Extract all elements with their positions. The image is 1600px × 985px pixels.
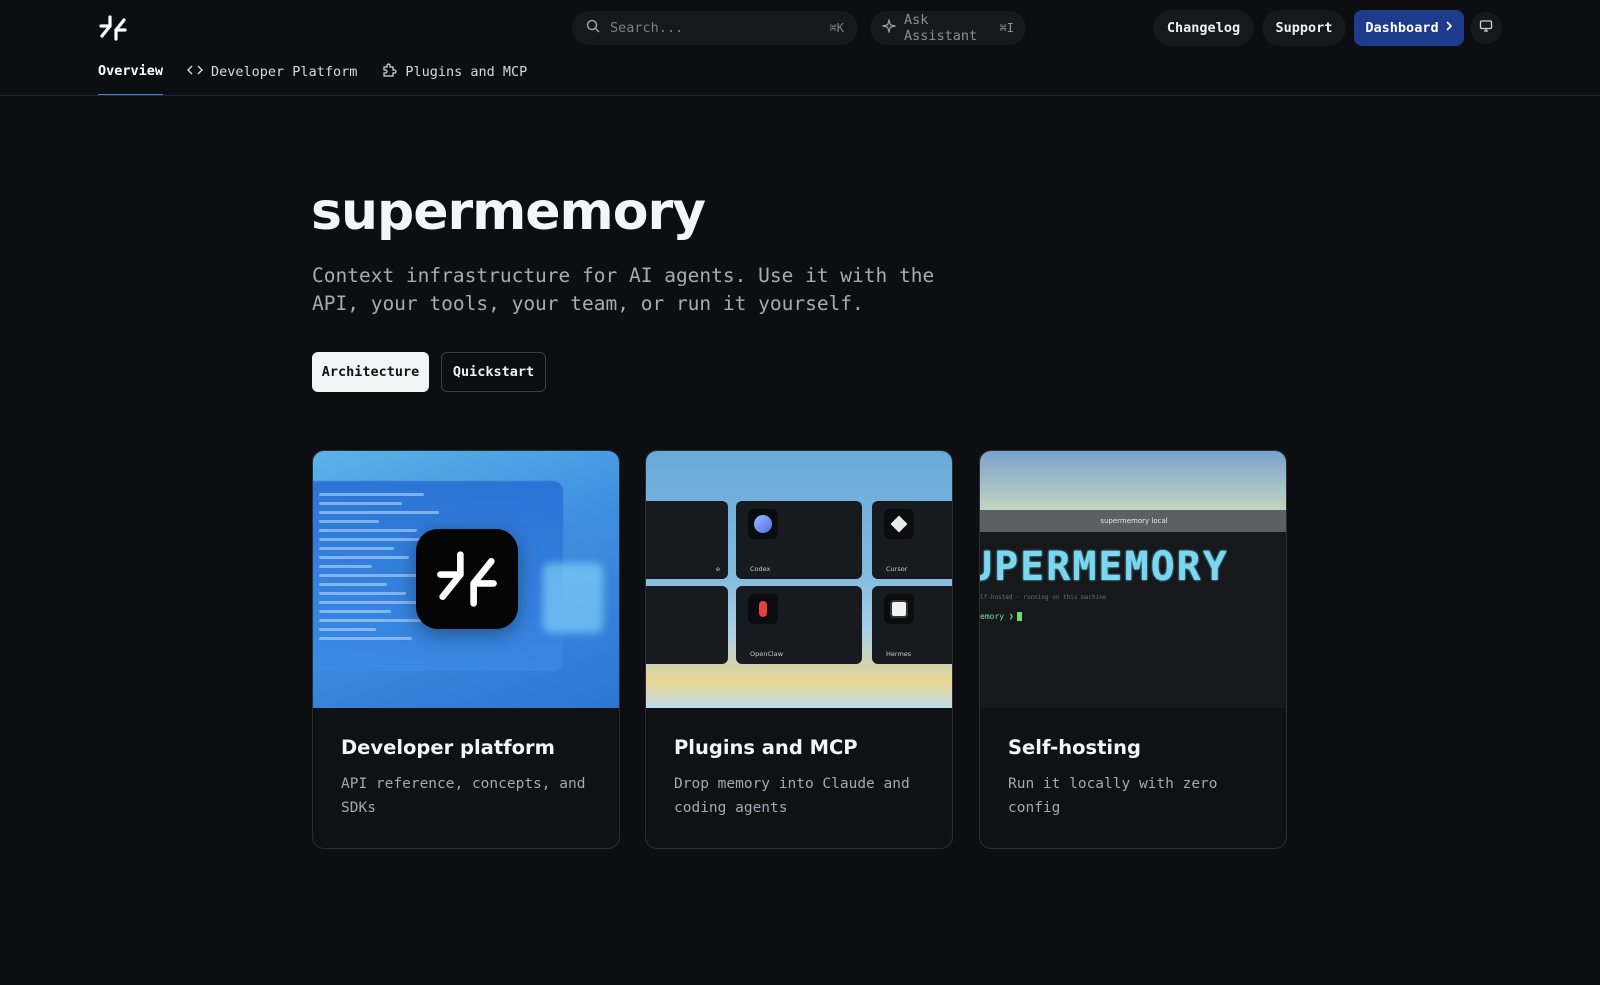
dashboard-button[interactable]: Dashboard <box>1354 10 1464 46</box>
search-shortcut: ⌘K <box>829 21 844 35</box>
card-title: Developer platform <box>341 736 555 759</box>
quickstart-button[interactable]: Quickstart <box>441 352 546 392</box>
codex-icon <box>748 509 778 539</box>
lobster-icon <box>748 594 778 624</box>
search-icon <box>586 19 600 37</box>
card-self-hosting[interactable]: supermemory local UPERMEMORY lf-hosted ·… <box>979 450 1287 849</box>
support-button[interactable]: Support <box>1262 10 1346 46</box>
tab-developer-platform[interactable]: Developer Platform <box>187 60 357 96</box>
self-hosting-image: supermemory local UPERMEMORY lf-hosted ·… <box>980 451 1286 708</box>
plugin-tile-cursor: Cursor <box>872 501 952 579</box>
plugin-tile-openclaw: OpenClaw <box>736 586 862 664</box>
theme-toggle-button[interactable] <box>1470 12 1502 44</box>
card-title: Self-hosting <box>1008 736 1141 759</box>
hermes-icon <box>884 594 914 624</box>
code-icon <box>187 64 204 80</box>
card-description: Drop memory into Claude and coding agent… <box>674 776 910 816</box>
card-developer-platform[interactable]: Developer platform API reference, concep… <box>312 450 620 849</box>
card-plugins-and-mcp[interactable]: e Codex Cursor OpenClaw Hermes Plugins a… <box>645 450 953 849</box>
plugin-tile-hermes: Hermes <box>872 586 952 664</box>
tab-overview-label: Overview <box>98 63 164 79</box>
card-title: Plugins and MCP <box>674 736 858 759</box>
changelog-button[interactable]: Changelog <box>1153 10 1254 46</box>
terminal-title: supermemory local <box>980 510 1286 532</box>
monitor-icon <box>1479 19 1493 37</box>
tab-plugins-and-mcp[interactable]: Plugins and MCP <box>381 60 527 96</box>
tabs-divider <box>0 95 1600 96</box>
card-description: Run it locally with zero config <box>1008 776 1218 816</box>
terminal-cursor <box>1016 612 1022 621</box>
supermemory-logo-icon[interactable] <box>98 14 128 42</box>
tab-overview[interactable]: Overview <box>98 60 164 96</box>
search-placeholder: Search... <box>610 20 684 36</box>
dashboard-label: Dashboard <box>1365 20 1439 36</box>
terminal-window: UPERMEMORY lf-hosted · running on this m… <box>980 532 1286 708</box>
tab-plugins-and-mcp-label: Plugins and MCP <box>405 64 528 80</box>
search-bar[interactable]: Search... ⌘K <box>572 11 858 45</box>
nav-tabs: Overview Developer Platform Plugins and … <box>98 60 527 96</box>
plugin-tile: e <box>646 501 728 579</box>
card-description: API reference, concepts, and SDKs <box>341 776 586 816</box>
sparkle-icon <box>880 17 898 37</box>
terminal-status: lf-hosted · running on this machine <box>980 594 1107 601</box>
ask-assistant-button[interactable]: Ask Assistant ⌘I <box>870 11 1026 45</box>
chevron-right-icon <box>1445 20 1453 36</box>
page-title: supermemory <box>311 182 706 242</box>
puzzle-icon <box>381 62 397 82</box>
plugin-tile-codex: Codex <box>736 501 862 579</box>
architecture-button[interactable]: Architecture <box>312 352 429 392</box>
terminal-prompt: emory ❯ <box>980 612 1022 621</box>
assistant-shortcut: ⌘I <box>999 21 1014 35</box>
ask-assistant-label: Ask Assistant <box>904 12 978 44</box>
page-subtitle: Context infrastructure for AI agents. Us… <box>312 264 935 315</box>
cursor-icon <box>884 509 914 539</box>
supermemory-app-icon <box>416 529 518 629</box>
top-bar: Search... ⌘K Ask Assistant ⌘I Changelog … <box>0 0 1600 56</box>
tab-developer-platform-label: Developer Platform <box>211 64 358 80</box>
terminal-banner: UPERMEMORY <box>980 544 1229 590</box>
plugins-image: e Codex Cursor OpenClaw Hermes <box>646 451 952 708</box>
plugin-tile <box>646 586 728 664</box>
developer-platform-image <box>313 451 619 708</box>
